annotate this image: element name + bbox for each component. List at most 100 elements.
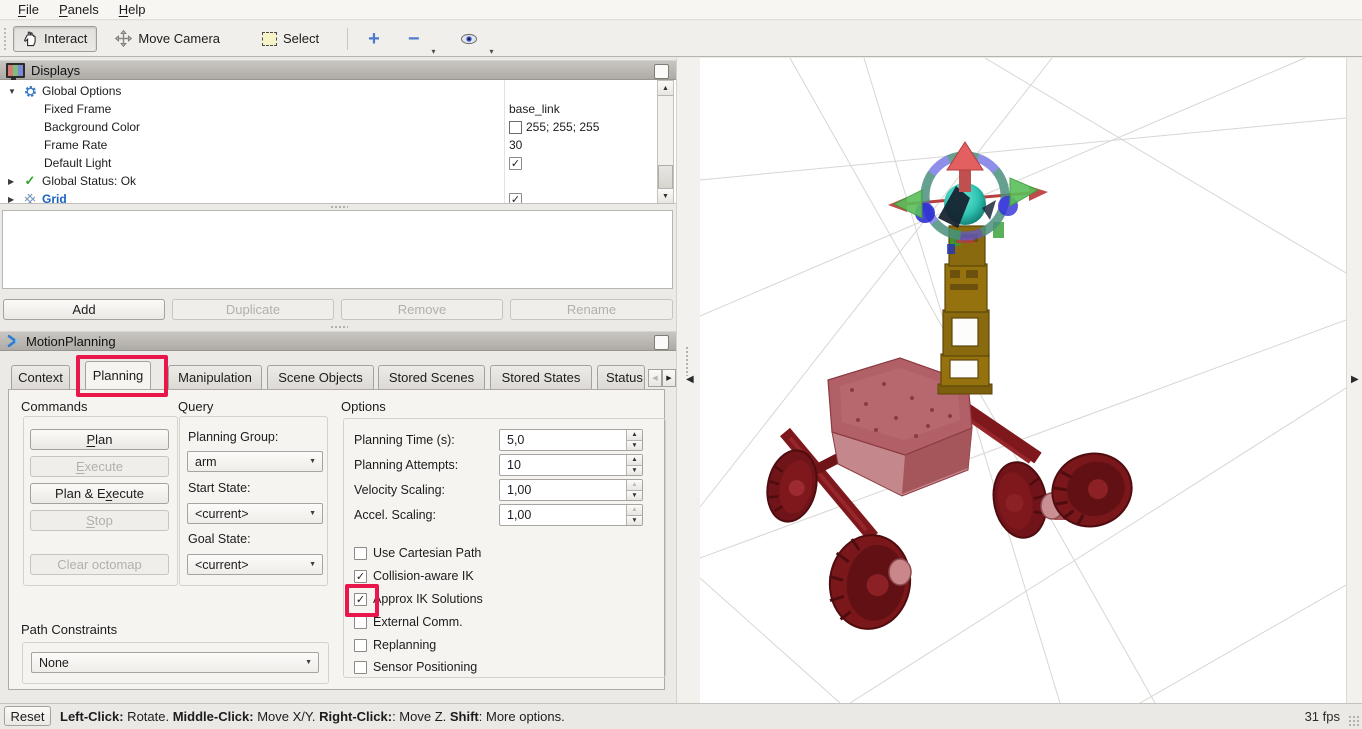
status-bar: Reset Left-Click: Rotate. Middle-Click: … [0, 703, 1362, 729]
tab-stored-states[interactable]: Stored States [490, 365, 592, 389]
toolbar-grip[interactable] [3, 27, 8, 51]
scroll-up-icon[interactable]: ▲ [658, 81, 673, 96]
use-cartesian-path-row[interactable]: Use Cartesian Path [354, 546, 481, 560]
collision-aware-ik-row[interactable]: ✓ Collision-aware IK [354, 569, 474, 583]
tree-row-grid[interactable]: ▶ Grid ✓ [0, 190, 656, 204]
window-resize-grip[interactable] [1348, 715, 1360, 727]
query-section-label: Query [178, 399, 213, 414]
add-tool-button[interactable]: + [358, 27, 390, 51]
scroll-down-icon[interactable]: ▼ [658, 188, 673, 203]
external-comm-checkbox[interactable] [354, 616, 367, 629]
default-light-checkbox[interactable]: ✓ [509, 157, 522, 170]
motion-planning-tabbar: Context Planning Manipulation Scene Obje… [0, 358, 676, 389]
plan-button[interactable]: Plan [30, 429, 169, 450]
move-camera-tool-button[interactable]: Move Camera [105, 25, 230, 52]
interact-tool-button[interactable]: Interact [13, 26, 97, 52]
spin-down-icon[interactable]: ▼ [627, 466, 642, 476]
approx-ik-solutions-checkbox[interactable]: ✓ [354, 593, 367, 606]
use-cartesian-path-checkbox[interactable] [354, 547, 367, 560]
sensor-positioning-checkbox[interactable] [354, 661, 367, 674]
approx-ik-solutions-row[interactable]: ✓ Approx IK Solutions [354, 592, 483, 606]
remove-tool-button[interactable]: − [398, 29, 430, 49]
displays-float-button[interactable] [654, 64, 669, 79]
tab-planning[interactable]: Planning [85, 361, 151, 389]
plan-and-execute-button[interactable]: Plan & Execute [30, 483, 169, 504]
replanning-checkbox[interactable] [354, 639, 367, 652]
tree-row-default-light[interactable]: Default Light ✓ [0, 154, 656, 172]
expander-right-icon[interactable]: ▶ [8, 195, 18, 204]
reset-button[interactable]: Reset [4, 706, 51, 726]
replanning-row[interactable]: Replanning [354, 638, 436, 652]
spin-up-icon[interactable]: ▲ [627, 505, 642, 516]
remove-tool-dropdown-icon[interactable]: ▾ [432, 47, 436, 56]
velocity-scaling-spinbox[interactable]: 1,00 ▲▼ [499, 479, 643, 501]
right-panel-strip[interactable]: ▶ [1346, 58, 1362, 703]
menu-panels[interactable]: Panels [49, 1, 109, 18]
planning-group-combo[interactable]: arm▼ [187, 451, 323, 472]
goal-state-combo[interactable]: <current>▼ [187, 554, 323, 575]
spin-down-icon[interactable]: ▼ [627, 516, 642, 526]
fixed-frame-value[interactable]: base_link [509, 102, 560, 116]
path-constraints-label: Path Constraints [21, 622, 117, 637]
splitter-handle[interactable] [330, 205, 348, 209]
tab-context[interactable]: Context [11, 365, 70, 389]
spin-up-icon[interactable]: ▲ [627, 480, 642, 491]
menu-help[interactable]: Help [109, 1, 156, 18]
options-section-label: Options [341, 399, 386, 414]
tree-row-frame-rate[interactable]: Frame Rate 30 [0, 136, 656, 154]
tab-status[interactable]: Status [597, 365, 645, 389]
rover-robot [761, 226, 1141, 634]
tree-row-fixed-frame[interactable]: Fixed Frame base_link [0, 100, 656, 118]
displays-panel-titlebar[interactable]: Displays [0, 60, 676, 80]
start-state-combo[interactable]: <current>▼ [187, 503, 323, 524]
expander-right-icon[interactable]: ▶ [8, 177, 18, 186]
tree-row-global-status[interactable]: ▶ ✓ Global Status: Ok [0, 172, 656, 190]
motion-planning-float-button[interactable] [654, 335, 669, 350]
tab-scroll-left-icon[interactable]: ◀ [648, 369, 662, 387]
planning-attempts-spinbox[interactable]: 10 ▲▼ [499, 454, 643, 476]
tab-scroll-right-icon[interactable]: ▶ [662, 369, 676, 387]
spin-down-icon[interactable]: ▼ [627, 441, 642, 451]
accel-scaling-spinbox[interactable]: 1,00 ▲▼ [499, 504, 643, 526]
frame-rate-value[interactable]: 30 [509, 138, 522, 152]
tree-row-background-color[interactable]: Background Color 255; 255; 255 [0, 118, 656, 136]
planning-tab-content: Commands Plan Execute Plan & Execute Sto… [8, 389, 665, 690]
tree-row-global-options[interactable]: ▼ Global Options [0, 82, 656, 100]
planning-time-spinbox[interactable]: 5,0 ▲▼ [499, 429, 643, 451]
add-display-button[interactable]: Add [3, 299, 165, 320]
spin-up-icon[interactable]: ▲ [627, 455, 642, 466]
color-swatch [509, 121, 522, 134]
background-color-value[interactable]: 255; 255; 255 [509, 120, 599, 134]
wheel-front-left [823, 530, 916, 634]
menu-file[interactable]: File [8, 1, 49, 18]
splitter-handle[interactable] [330, 325, 348, 329]
wheel-far-right [1041, 443, 1141, 536]
expander-down-icon[interactable]: ▼ [8, 87, 18, 96]
tree-scrollbar[interactable]: ▲ ▼ [657, 80, 674, 204]
spin-up-icon[interactable]: ▲ [627, 430, 642, 441]
select-tool-button[interactable]: Select [252, 26, 329, 51]
goal-state-label: Goal State: [188, 532, 251, 546]
sensor-positioning-row[interactable]: Sensor Positioning [354, 660, 477, 674]
motion-planning-titlebar[interactable]: MotionPlanning [0, 331, 676, 351]
view-tool-button[interactable] [450, 28, 488, 50]
chevron-down-icon: ▼ [309, 510, 316, 517]
splitter-grip[interactable] [685, 346, 689, 376]
panel-splitter[interactable]: ◀ [676, 58, 700, 703]
collapse-panel-icon[interactable]: ◀ [686, 374, 694, 385]
tab-scene-objects[interactable]: Scene Objects [267, 365, 374, 389]
collision-aware-ik-checkbox[interactable]: ✓ [354, 570, 367, 583]
render-viewport-3d[interactable] [700, 58, 1346, 703]
grid-enabled-checkbox[interactable]: ✓ [509, 193, 522, 205]
plus-icon: + [368, 32, 380, 46]
tab-stored-scenes[interactable]: Stored Scenes [378, 365, 485, 389]
scrollbar-thumb[interactable] [658, 165, 673, 189]
external-comm-row[interactable]: External Comm. [354, 615, 463, 629]
spin-down-icon[interactable]: ▼ [627, 491, 642, 501]
path-constraints-combo[interactable]: None▼ [31, 652, 319, 673]
commands-section-label: Commands [21, 399, 87, 414]
velocity-scaling-label: Velocity Scaling: [354, 483, 445, 497]
view-tool-dropdown-icon[interactable]: ▾ [490, 47, 494, 56]
expand-panel-icon[interactable]: ▶ [1351, 374, 1359, 385]
tab-manipulation[interactable]: Manipulation [168, 365, 262, 389]
